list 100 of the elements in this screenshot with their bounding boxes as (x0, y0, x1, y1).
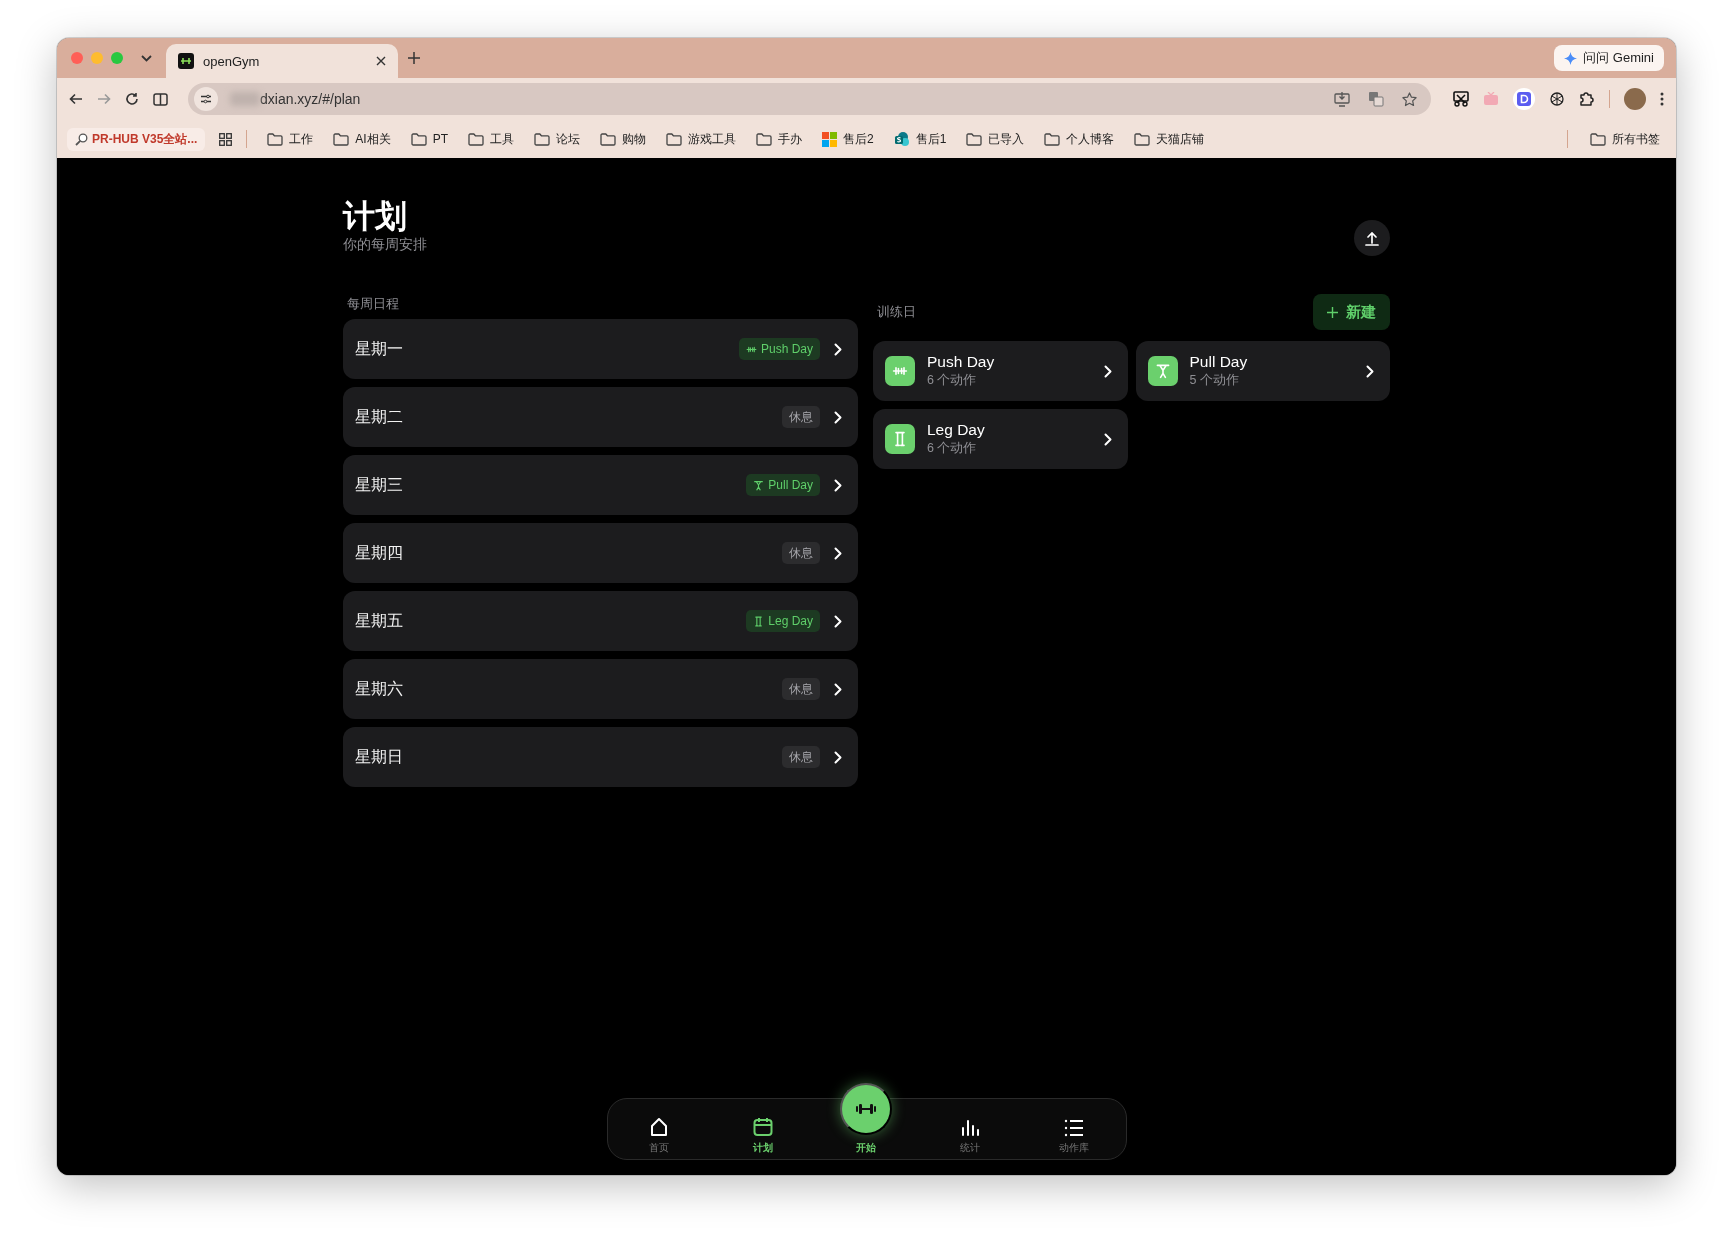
folder-icon (468, 132, 485, 146)
day-row[interactable]: 星期三 Pull Day (343, 455, 858, 515)
sparkle-icon (1564, 51, 1578, 65)
bookmark[interactable]: 手办 (750, 128, 809, 150)
bookmark[interactable]: 售后2 (816, 128, 880, 150)
nav-tab[interactable]: 计划 (711, 1099, 815, 1163)
chevron-right-icon (834, 546, 842, 560)
dumbbell-icon (178, 53, 194, 69)
bookmark[interactable]: PT (404, 130, 455, 148)
nav-tab[interactable]: 统计 (918, 1099, 1022, 1163)
section-label: 每周日程 (346, 295, 400, 313)
bookmark[interactable]: 售后1 (887, 128, 953, 150)
chevron-right-icon (1366, 364, 1374, 378)
star-icon[interactable] (1402, 91, 1417, 107)
home-icon (649, 1117, 670, 1137)
browser-tab[interactable]: openGym (166, 44, 398, 78)
workout-card[interactable]: Leg Day 6 个动作 (873, 409, 1128, 469)
rest-tag: 休息 (782, 542, 820, 564)
workout-card[interactable]: Pull Day 5 个动作 (1135, 341, 1390, 401)
exercise-count: 6 个动作 (927, 372, 978, 389)
pinned-bookmark[interactable]: PR-HUB V35全站... (67, 127, 206, 151)
tab-list-icon[interactable] (141, 54, 152, 62)
list-icon (1063, 1119, 1084, 1137)
split-view-icon[interactable] (153, 91, 168, 107)
day-row[interactable]: 星期日 休息 (343, 727, 858, 787)
workout-tag: Push Day (738, 338, 820, 360)
folder-icon (333, 132, 350, 146)
close-tab-icon[interactable] (376, 56, 386, 66)
menu-icon[interactable] (1660, 92, 1664, 106)
bookmark[interactable]: 已导入 (960, 128, 1031, 150)
pull-up-icon (1154, 363, 1171, 379)
chevron-right-icon (1103, 364, 1112, 378)
chevron-right-icon (834, 750, 842, 764)
new-tab-icon[interactable] (408, 52, 420, 64)
bookmark[interactable]: 工作 (261, 128, 320, 150)
rest-tag: 休息 (782, 406, 820, 428)
translate-icon[interactable] (1368, 91, 1384, 107)
extension-icon[interactable] (1513, 88, 1535, 110)
day-label: 星期二 (355, 406, 404, 427)
folder-icon (1044, 132, 1061, 146)
day-row[interactable]: 星期二 休息 (343, 387, 858, 447)
chevron-right-icon (834, 614, 842, 628)
install-icon[interactable] (1334, 91, 1350, 107)
day-row[interactable]: 星期四 休息 (343, 523, 858, 583)
bookmark[interactable]: 工具 (462, 128, 521, 150)
folder-icon (267, 132, 284, 146)
bookmark[interactable]: 个人博客 (1038, 128, 1121, 150)
day-label: 星期三 (355, 474, 404, 495)
workout-card[interactable]: Push Day 6 个动作 (873, 341, 1128, 401)
folder-icon (410, 132, 427, 146)
chevron-right-icon (834, 478, 842, 492)
folder-icon (756, 132, 773, 146)
section-label: 训练日 (876, 303, 916, 321)
site-icon (893, 131, 910, 147)
bookmark[interactable]: 天猫店铺 (1128, 128, 1211, 150)
day-row[interactable]: 星期六 休息 (343, 659, 858, 719)
day-label: 星期六 (355, 678, 404, 699)
site-settings-icon[interactable] (194, 87, 218, 111)
folder-icon (666, 132, 683, 146)
exercise-count: 5 个动作 (1189, 372, 1240, 389)
bookmark[interactable]: 游戏工具 (660, 128, 743, 150)
upload-icon (1365, 230, 1379, 246)
workout-name: Push Day (927, 353, 996, 371)
chevron-right-icon (834, 682, 842, 696)
folder-icon (1590, 132, 1606, 146)
day-row[interactable]: 星期五 Leg Day (343, 591, 858, 651)
day-label: 星期日 (355, 746, 404, 767)
day-label: 星期四 (355, 542, 404, 563)
folder-icon (600, 132, 617, 146)
legs-icon (892, 431, 908, 447)
dumbbell-icon (855, 1102, 878, 1116)
chevron-right-icon (1103, 432, 1112, 446)
apps-grid-icon[interactable] (219, 132, 233, 146)
workout-name: Pull Day (1189, 353, 1249, 371)
upload-button[interactable] (1354, 220, 1390, 256)
profile-avatar[interactable] (1624, 88, 1646, 110)
new-button[interactable]: 新建 (1313, 294, 1390, 330)
rest-tag: 休息 (782, 678, 820, 700)
chevron-right-icon (834, 342, 842, 356)
bookmark[interactable]: 购物 (594, 128, 653, 150)
exercise-count: 6 个动作 (927, 440, 978, 457)
start-workout-button[interactable] (840, 1083, 893, 1135)
nav-tab[interactable]: 首页 (607, 1099, 712, 1163)
gemini-button[interactable]: 问问 Gemini (1554, 45, 1664, 71)
tab-title: openGym (203, 53, 261, 69)
pull-up-icon (753, 479, 765, 491)
back-icon[interactable] (69, 92, 83, 106)
reload-icon[interactable] (125, 92, 139, 106)
address-bar[interactable]: dxian.xyz/#/plan (188, 83, 1431, 115)
page-subtitle: 你的每周安排 (343, 236, 427, 254)
bookmark[interactable]: AI相关 (327, 128, 397, 150)
tiles-icon (822, 131, 838, 147)
calendar-icon (752, 1117, 773, 1137)
all-bookmarks-button[interactable]: 所有书签 (1584, 128, 1666, 150)
rest-tag: 休息 (782, 746, 820, 768)
extensions-icon[interactable] (1579, 91, 1595, 107)
bookmark[interactable]: 论坛 (528, 128, 587, 150)
day-label: 星期五 (355, 610, 404, 631)
day-row[interactable]: 星期一 Push Day (343, 319, 858, 379)
nav-tab[interactable]: 动作库 (1021, 1099, 1126, 1163)
